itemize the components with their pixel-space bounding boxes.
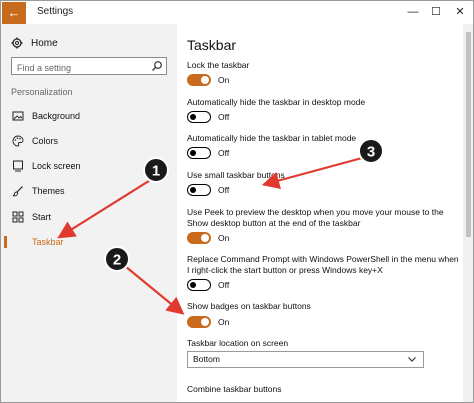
toggle-state: Off [218, 112, 230, 122]
peek-toggle-row[interactable]: On [187, 231, 229, 245]
combine-label: Combine taskbar buttons [187, 384, 282, 394]
maximize-button[interactable]: ☐ [425, 3, 447, 21]
sidebar-item-label: Background [32, 111, 81, 121]
settings-window: ← Settings — ☐ ✕ Home Pers [0, 0, 474, 403]
powershell-toggle[interactable] [187, 279, 211, 291]
search-box[interactable] [11, 57, 167, 76]
toggle-knob [190, 281, 196, 288]
lock-screen-icon [11, 159, 25, 173]
toggle-knob [190, 149, 196, 156]
toggle-knob [201, 234, 209, 242]
sidebar-item-themes[interactable]: Themes [1, 182, 177, 200]
back-arrow-icon: ← [7, 5, 21, 20]
window-title: Settings [37, 6, 74, 17]
option-label: Automatically hide the taskbar in tablet… [187, 133, 357, 143]
search-icon[interactable] [151, 60, 163, 72]
toggle-state: On [218, 233, 230, 243]
sidebar-item-label: Start [32, 212, 52, 222]
toggle-knob [201, 318, 209, 326]
autohide-desktop-toggle[interactable] [187, 111, 211, 123]
section-label: Personalization [11, 87, 73, 97]
toggle-knob [190, 186, 196, 193]
title-bar: ← Settings — ☐ ✕ [1, 1, 473, 24]
palette-icon [11, 134, 25, 148]
option-label: Use small taskbar buttons [187, 170, 285, 180]
autohide-tablet-toggle[interactable] [187, 147, 211, 159]
option-label: Replace Command Prompt with Windows Powe… [187, 254, 459, 275]
sidebar-item-label: Lock screen [32, 161, 81, 171]
sidebar-item-background[interactable]: Background [1, 107, 177, 125]
close-button[interactable]: ✕ [449, 3, 471, 21]
toggle-state: Off [218, 280, 230, 290]
toggle-state: On [218, 75, 230, 85]
location-label: Taskbar location on screen [187, 338, 289, 348]
toggle-knob [190, 113, 196, 120]
toggle-state: On [218, 317, 230, 327]
lock-taskbar-toggle[interactable] [187, 74, 211, 86]
sidebar: Home Personalization Background Colors [1, 24, 177, 402]
option-label: Show badges on taskbar buttons [187, 301, 311, 311]
sidebar-item-start[interactable]: Start [1, 208, 177, 226]
sidebar-home[interactable]: Home [11, 35, 58, 51]
taskbar-location-dropdown[interactable]: Bottom [187, 351, 424, 368]
search-input[interactable] [12, 60, 142, 76]
peek-toggle[interactable] [187, 232, 211, 244]
lock-taskbar-toggle-row[interactable]: On [187, 73, 229, 87]
badges-toggle-row[interactable]: On [187, 315, 229, 329]
start-grid-icon [11, 210, 25, 224]
toggle-state: Off [218, 185, 230, 195]
small-buttons-toggle-row[interactable]: Off [187, 183, 229, 197]
option-label: Use Peek to preview the desktop when you… [187, 207, 444, 228]
small-buttons-toggle[interactable] [187, 184, 211, 196]
main-panel: Taskbar Lock the taskbar On Automaticall… [177, 24, 463, 402]
autohide-tablet-toggle-row[interactable]: Off [187, 146, 229, 160]
sidebar-item-lock-screen[interactable]: Lock screen [1, 157, 177, 175]
option-label: Automatically hide the taskbar in deskto… [187, 97, 366, 107]
sidebar-item-label: Colors [32, 136, 59, 146]
badges-toggle[interactable] [187, 316, 211, 328]
picture-icon [11, 109, 25, 123]
minimize-button[interactable]: — [402, 3, 424, 21]
scroll-thumb[interactable] [466, 32, 471, 237]
option-label: Lock the taskbar [187, 60, 250, 70]
toggle-state: Off [218, 148, 230, 158]
toggle-knob [201, 76, 209, 84]
chevron-down-icon [408, 357, 416, 362]
gear-icon [11, 37, 23, 49]
sidebar-home-label: Home [31, 37, 58, 49]
autohide-desktop-toggle-row[interactable]: Off [187, 110, 229, 124]
scrollbar[interactable] [463, 24, 473, 402]
sidebar-item-label: Taskbar [32, 237, 64, 247]
sidebar-item-taskbar[interactable]: Taskbar [1, 233, 177, 251]
sidebar-item-colors[interactable]: Colors [1, 132, 177, 150]
dropdown-value: Bottom [193, 354, 220, 364]
sidebar-item-label: Themes [32, 186, 65, 196]
taskbar-icon [11, 235, 25, 249]
back-button[interactable]: ← [2, 2, 26, 24]
powershell-toggle-row[interactable]: Off [187, 278, 229, 292]
brush-icon [11, 184, 25, 198]
page-title: Taskbar [187, 37, 237, 53]
